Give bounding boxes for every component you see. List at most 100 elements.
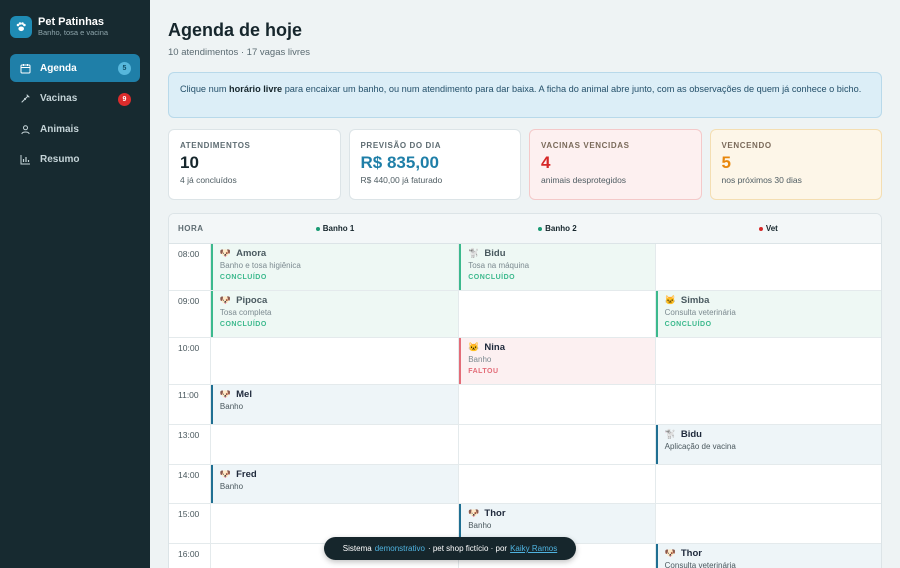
service-name: Banho: [219, 482, 244, 491]
poodle-icon: 🐩: [664, 429, 676, 439]
sidebar-nav: Agenda 5 Vacinas 9 Animais Resumo: [0, 54, 150, 174]
schedule-cell[interactable]: 🐶 Amora Banho e tosa higiênica CONCLUÍDO: [210, 244, 460, 290]
time-label: 14:00: [169, 465, 211, 503]
author-link[interactable]: Kaiky Ramos: [510, 544, 557, 553]
stat-card-vencendo[interactable]: VENCENDO 5 nos próximos 30 dias: [709, 129, 882, 200]
info-text-bold: horário livre: [229, 84, 283, 94]
service-name: Banho: [468, 521, 492, 530]
pet-name-text: Bidu: [680, 429, 702, 440]
time-label: 16:00: [169, 544, 211, 568]
appointment-card[interactable]: 🐶 Mel Banho: [210, 385, 459, 424]
stat-value: 5: [721, 153, 731, 172]
schedule-row: 13:00 🐩 Bidu Aplicação de vacina: [169, 425, 881, 465]
service-name: Consulta veterinária: [664, 308, 736, 317]
pet-name-text: Pipoca: [236, 295, 268, 306]
sidebar-item-animais[interactable]: Animais: [10, 115, 140, 143]
status-label: CONCLUÍDO: [219, 321, 267, 328]
info-banner: Clique num horário livre para encaixar u…: [168, 72, 882, 118]
schedule-row: 08:00 🐶 Amora Banho e tosa higiênica CONCLUÍ…: [169, 244, 881, 291]
free-slot[interactable]: [656, 385, 881, 424]
free-slot[interactable]: [211, 425, 460, 464]
appointment-card[interactable]: 🐶 Fred Banho: [210, 465, 459, 503]
status-label: FALTOU: [468, 368, 499, 375]
appointment-card[interactable]: 🐩 Bidu Tosa na máquina CONCLUÍDO: [459, 244, 655, 290]
sidebar-item-vacinas[interactable]: Vacinas 9: [10, 85, 140, 113]
sidebar-item-label: Animais: [40, 123, 79, 135]
schedule-cell[interactable]: 🐩 Bidu Tosa na máquina CONCLUÍDO: [459, 244, 656, 290]
stat-note: nos próximos 30 dias: [721, 175, 802, 185]
appointment-card[interactable]: 🐱 Nina Banho FALTOU: [459, 338, 655, 384]
dog-icon: 🐶: [664, 548, 676, 558]
appointment-card[interactable]: 🐶 Pipoca Tosa completa CONCLUÍDO: [210, 291, 459, 337]
status-dot: [758, 226, 763, 231]
schedule-cell[interactable]: 🐶 Pipoca Tosa completa CONCLUÍDO: [210, 291, 460, 337]
schedule-cell[interactable]: 🐩 Bidu Aplicação de vacina: [655, 425, 881, 464]
column-header-vet: Vet: [656, 214, 881, 243]
page-title: Agenda de hoje: [168, 20, 303, 40]
free-slot[interactable]: [211, 338, 460, 384]
toast-middle: · pet shop fictício · por: [427, 544, 508, 553]
free-slot[interactable]: [459, 465, 656, 503]
sidebar-item-label: Agenda: [40, 62, 77, 74]
column-label: Banho 1: [322, 224, 355, 233]
schedule-cell[interactable]: 🐱 Nina Banho FALTOU: [459, 338, 656, 384]
stat-card-vacinas-vencidas[interactable]: VACINAS VENCIDAS 4 animais desprotegidos: [529, 129, 702, 200]
schedule-cell[interactable]: 🐶 Thor Consulta veterinária: [655, 544, 881, 568]
pet-name-text: Fred: [236, 469, 257, 480]
free-slot[interactable]: [656, 338, 881, 384]
appointment-card[interactable]: 🐩 Bidu Aplicação de vacina: [655, 425, 881, 464]
service-name: Consulta veterinária: [664, 561, 736, 568]
pet-name: 🐩 Bidu: [665, 429, 874, 440]
stat-label: PREVISÃO DO DIA: [360, 141, 442, 150]
appointment-card[interactable]: 🐶 Amora Banho e tosa higiênica CONCLUÍDO: [210, 244, 459, 290]
service-name: Banho: [219, 402, 244, 411]
sidebar-item-resumo[interactable]: Resumo: [10, 146, 140, 174]
stat-card-previsao: PREVISÃO DO DIA R$ 835,00 R$ 440,00 já f…: [348, 129, 521, 200]
sidebar-item-agenda[interactable]: Agenda 5: [10, 54, 140, 82]
sidebar-item-label: Vacinas: [40, 93, 78, 104]
dog-icon: 🐶: [219, 295, 232, 305]
brand-subtitle: Banho, tosa e vacina: [38, 27, 109, 37]
column-label: Banho 2: [545, 224, 577, 233]
free-slot[interactable]: [459, 291, 656, 337]
stat-value: 4: [541, 153, 551, 172]
schedule-grid: HORA Banho 1 Banho 2 Vet 08:00 🐶 Amora Banh…: [168, 213, 882, 568]
dog-icon: 🐶: [468, 508, 480, 518]
page-subtitle: 10 atendimentos · 17 vagas livres: [168, 47, 311, 58]
status-dot: [315, 226, 320, 231]
vacinas-count-badge: 9: [118, 92, 131, 106]
poodle-icon: 🐩: [468, 248, 480, 258]
pet-name: 🐶 Mel: [220, 389, 451, 400]
stat-value: R$ 835,00: [360, 153, 439, 172]
schedule-cell[interactable]: 🐱 Simba Consulta veterinária CONCLUÍDO: [655, 291, 881, 337]
pet-name: 🐩 Bidu: [468, 248, 647, 259]
service-name: Banho: [468, 355, 492, 364]
pet-name: 🐶 Pipoca: [220, 295, 451, 306]
pet-name-text: Amora: [236, 248, 267, 259]
pet-name: 🐶 Fred: [220, 469, 451, 480]
pet-name-text: Thor: [680, 548, 702, 559]
schedule-body: 08:00 🐶 Amora Banho e tosa higiênica CONCLUÍ…: [169, 244, 881, 568]
free-slot[interactable]: [656, 465, 881, 503]
service-name: Tosa na máquina: [468, 261, 530, 270]
free-slot[interactable]: [656, 504, 881, 543]
time-label: 15:00: [169, 504, 211, 543]
syringe-icon: [19, 93, 31, 105]
stat-label: ATENDIMENTOS: [180, 141, 251, 150]
free-slot[interactable]: [459, 385, 656, 424]
schedule-cell[interactable]: 🐶 Fred Banho: [210, 465, 460, 503]
service-name: Tosa completa: [219, 308, 272, 317]
appointment-card[interactable]: 🐱 Simba Consulta veterinária CONCLUÍDO: [655, 291, 881, 337]
schedule-row: 09:00 🐶 Pipoca Tosa completa CONCLUÍDO 🐱 Simba…: [169, 291, 881, 338]
stat-value: 10: [180, 153, 199, 172]
sidebar: Pet Patinhas Banho, tosa e vacina Agenda…: [0, 0, 150, 568]
schedule-row: 11:00 🐶 Mel Banho: [169, 385, 881, 425]
schedule-cell[interactable]: 🐶 Mel Banho: [210, 385, 460, 424]
free-slot[interactable]: [656, 244, 881, 290]
info-text-end: para encaixar um banho, ou num atendimen…: [282, 84, 862, 94]
stat-note: R$ 440,00 já faturado: [360, 175, 443, 185]
pet-name-text: Bidu: [484, 248, 506, 259]
free-slot[interactable]: [459, 425, 656, 464]
appointment-card[interactable]: 🐶 Thor Consulta veterinária: [655, 544, 881, 568]
stat-note: 4 já concluídos: [180, 175, 237, 185]
